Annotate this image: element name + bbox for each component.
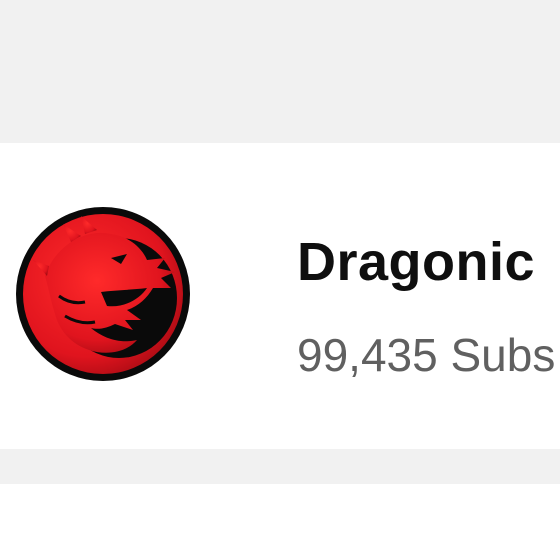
subscriber-count: 99,435 Subs [297, 329, 556, 381]
channel-card[interactable]: Dragonic 99,435 Subs [0, 143, 560, 449]
channel-name[interactable]: Dragonic [297, 231, 535, 293]
dragon-logo-icon [16, 207, 190, 381]
bottom-spacer [0, 449, 560, 484]
channel-avatar[interactable] [15, 206, 191, 382]
top-spacer [0, 0, 560, 143]
page: Dragonic 99,435 Subs [0, 0, 560, 560]
